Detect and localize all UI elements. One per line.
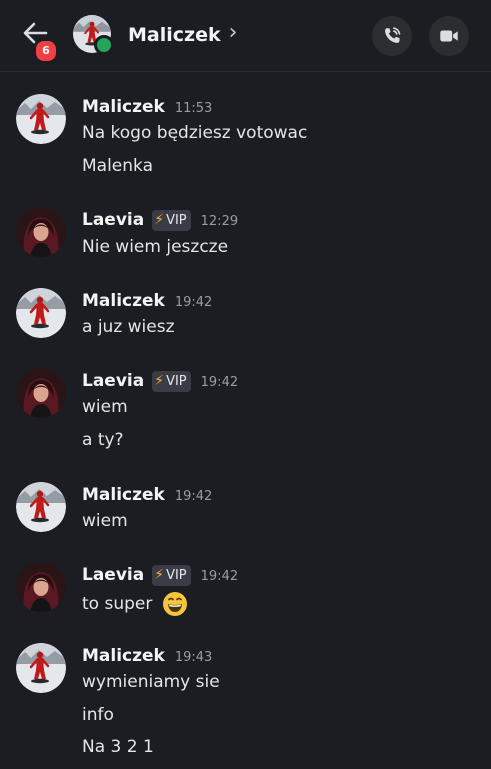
message-text: a juz wiesz <box>82 317 175 337</box>
lightning-bolt-icon: ⚡ <box>154 212 165 228</box>
vip-label: VIP <box>166 373 187 389</box>
message-header: Laevia ⚡ VIP 19:42 <box>82 368 238 394</box>
video-call-button[interactable] <box>429 16 469 56</box>
timestamp: 12:29 <box>200 213 239 229</box>
vip-badge[interactable]: ⚡ VIP <box>152 370 191 392</box>
video-camera-icon <box>440 30 458 42</box>
message-header: Laevia ⚡ VIP 19:42 <box>82 562 238 588</box>
avatar-woman-portrait <box>16 368 66 418</box>
author-name[interactable]: Maliczek <box>82 291 165 311</box>
voice-call-button[interactable] <box>372 16 412 56</box>
avatar[interactable] <box>16 482 66 532</box>
avatar-snowboarder <box>16 482 66 532</box>
message-header: Maliczek 19:42 <box>82 288 212 314</box>
lightning-bolt-icon: ⚡ <box>154 373 165 389</box>
message-text: Na 3 2 1 <box>82 737 154 757</box>
message-header: Maliczek 11:53 <box>82 94 212 120</box>
avatar[interactable] <box>16 94 66 144</box>
avatar[interactable] <box>16 643 66 693</box>
vip-label: VIP <box>166 212 187 228</box>
author-name[interactable]: Maliczek <box>82 97 165 117</box>
avatar-snowboarder <box>16 94 66 144</box>
back-button[interactable]: 6 <box>18 16 58 63</box>
timestamp: 19:42 <box>200 374 239 390</box>
unread-badge: 6 <box>34 39 58 63</box>
vip-label: VIP <box>166 567 187 583</box>
author-name[interactable]: Laevia <box>82 565 144 585</box>
avatar-woman-portrait <box>16 207 66 257</box>
phone-icon <box>385 27 401 43</box>
message-text: info <box>82 705 114 725</box>
conversation-name: Maliczek <box>128 23 221 46</box>
message-header: Maliczek 19:42 <box>82 482 212 508</box>
vip-badge[interactable]: ⚡ VIP <box>152 209 191 231</box>
author-name[interactable]: Maliczek <box>82 646 165 666</box>
message-text: Na kogo będziesz votowac <box>82 123 308 143</box>
vip-badge[interactable]: ⚡ VIP <box>152 564 191 586</box>
header-title[interactable]: Maliczek › <box>128 20 238 47</box>
dm-screen: 6 Maliczek › Maliczek 11:53 Na kogo będz… <box>0 0 491 769</box>
chevron-right-icon: › <box>228 20 238 45</box>
grinning-face-emoji <box>162 592 187 616</box>
message-text: wymieniamy sie <box>82 672 220 692</box>
message-header: Laevia ⚡ VIP 12:29 <box>82 207 238 233</box>
avatar[interactable] <box>16 368 66 418</box>
timestamp: 11:53 <box>174 100 213 116</box>
avatar-woman-portrait <box>16 562 66 612</box>
author-name[interactable]: Laevia <box>82 210 144 230</box>
message-header: Maliczek 19:43 <box>82 643 212 669</box>
lightning-bolt-icon: ⚡ <box>154 567 165 583</box>
message-text: wiem <box>82 511 128 531</box>
header-avatar[interactable] <box>73 15 114 55</box>
author-name[interactable]: Laevia <box>82 371 144 391</box>
chat-header: 6 Maliczek › <box>0 0 491 72</box>
message-text: Malenka <box>82 156 154 176</box>
message-text: a ty? <box>82 430 124 450</box>
avatar-snowboarder <box>16 643 66 693</box>
timestamp: 19:42 <box>174 294 213 310</box>
message-text: to super <box>82 591 188 617</box>
timestamp: 19:42 <box>174 488 213 504</box>
avatar[interactable] <box>16 288 66 338</box>
message-text: wiem <box>82 397 128 417</box>
avatar-snowboarder <box>16 288 66 338</box>
avatar[interactable] <box>16 207 66 257</box>
avatar[interactable] <box>16 562 66 612</box>
message-text-content: to super <box>82 594 153 614</box>
timestamp: 19:43 <box>174 649 213 665</box>
author-name[interactable]: Maliczek <box>82 485 165 505</box>
timestamp: 19:42 <box>200 568 239 584</box>
message-text: Nie wiem jeszcze <box>82 237 229 257</box>
online-status-dot <box>94 35 114 55</box>
